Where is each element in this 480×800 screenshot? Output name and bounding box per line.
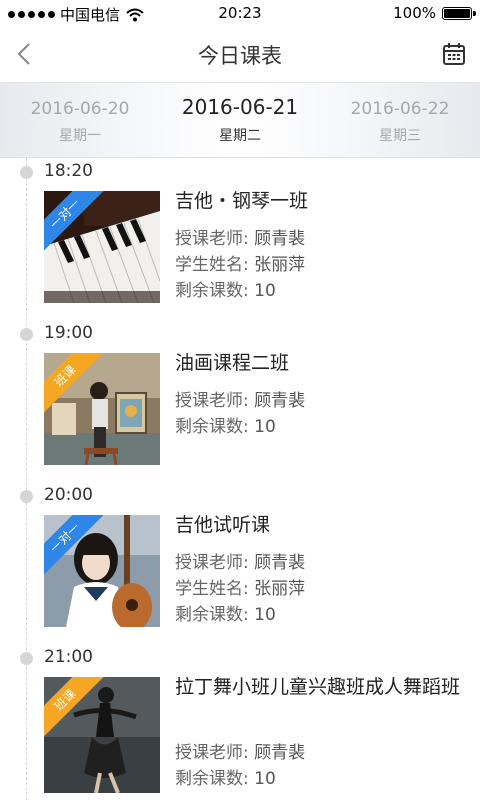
course-name: 油画课程二班 — [175, 352, 290, 374]
student-label: 学生姓名: — [175, 579, 249, 599]
student-row: 学生姓名: 张丽萍 — [175, 250, 305, 275]
teacher-label: 授课老师: — [175, 553, 249, 573]
student-label: 学生姓名: — [175, 255, 249, 275]
nav-bar: 今日课表 — [0, 26, 480, 83]
day-current[interactable]: 2016-06-21 星期二 — [160, 83, 320, 157]
class-time: 20:00 — [44, 485, 93, 505]
remaining-row: 剩余课数: 10 — [175, 276, 276, 301]
student-name: 张丽萍 — [254, 255, 306, 275]
course-name: 吉他试听课 — [175, 514, 271, 536]
teacher-label: 授课老师: — [175, 391, 249, 411]
day-prev-date: 2016-06-20 — [30, 99, 130, 119]
teacher-row: 授课老师: 顾青裴 — [175, 224, 305, 249]
status-bar: 中国电信 20:23 100% — [0, 0, 480, 26]
remaining-row: 剩余课数: 10 — [175, 764, 276, 789]
day-next-weekday: 星期三 — [379, 128, 421, 144]
remaining-count: 10 — [254, 769, 276, 789]
course-name: 拉丁舞小班儿童兴趣班成人舞蹈班 — [175, 676, 461, 698]
page-title: 今日课表 — [198, 44, 282, 68]
calendar-icon[interactable] — [442, 42, 466, 66]
remaining-row: 剩余课数: 10 — [175, 600, 276, 625]
class-thumbnail: 班课 — [44, 353, 160, 465]
class-timeline: 18:20 一对一 吉他・钢琴一班 授课老师: 顾青裴 学生姓名: 张丽萍 剩余… — [0, 158, 480, 800]
day-next[interactable]: 2016-06-22 星期三 — [320, 83, 480, 157]
status-right: 100% — [393, 4, 476, 22]
day-current-weekday: 星期二 — [219, 128, 261, 144]
remaining-label: 剩余课数: — [175, 605, 249, 625]
teacher-row: 授课老师: 顾青裴 — [175, 548, 305, 573]
date-selector: 2016-06-20 星期一 2016-06-21 星期二 2016-06-22… — [0, 83, 480, 158]
remaining-count: 10 — [254, 417, 276, 437]
student-name: 张丽萍 — [254, 579, 306, 599]
teacher-name: 顾青裴 — [254, 553, 306, 573]
remaining-label: 剩余课数: — [175, 417, 249, 437]
day-current-date: 2016-06-21 — [181, 95, 299, 119]
class-time: 18:20 — [44, 161, 93, 181]
teacher-label: 授课老师: — [175, 229, 249, 249]
remaining-count: 10 — [254, 281, 276, 301]
teacher-row: 授课老师: 顾青裴 — [175, 738, 305, 763]
remaining-label: 剩余课数: — [175, 769, 249, 789]
class-thumbnail: 一对一 — [44, 191, 160, 303]
class-time: 21:00 — [44, 647, 93, 667]
class-time: 19:00 — [44, 323, 93, 343]
teacher-name: 顾青裴 — [254, 743, 306, 763]
remaining-label: 剩余课数: — [175, 281, 249, 301]
day-prev-weekday: 星期一 — [59, 128, 101, 144]
timeline-line — [26, 158, 27, 800]
timeline-dot — [20, 652, 33, 665]
teacher-row: 授课老师: 顾青裴 — [175, 386, 305, 411]
teacher-name: 顾青裴 — [254, 391, 306, 411]
battery-icon — [442, 6, 476, 20]
timeline-dot — [20, 166, 33, 179]
remaining-row: 剩余课数: 10 — [175, 412, 276, 437]
timeline-dot — [20, 328, 33, 341]
battery-percent: 100% — [393, 4, 436, 22]
teacher-name: 顾青裴 — [254, 229, 306, 249]
course-name: 吉他・钢琴一班 — [175, 190, 309, 212]
student-row: 学生姓名: 张丽萍 — [175, 574, 305, 599]
class-thumbnail: 班课 — [44, 677, 160, 793]
timeline-dot — [20, 490, 33, 503]
remaining-count: 10 — [254, 605, 276, 625]
day-next-date: 2016-06-22 — [350, 99, 450, 119]
day-prev[interactable]: 2016-06-20 星期一 — [0, 83, 160, 157]
teacher-label: 授课老师: — [175, 743, 249, 763]
class-thumbnail: 一对一 — [44, 515, 160, 627]
